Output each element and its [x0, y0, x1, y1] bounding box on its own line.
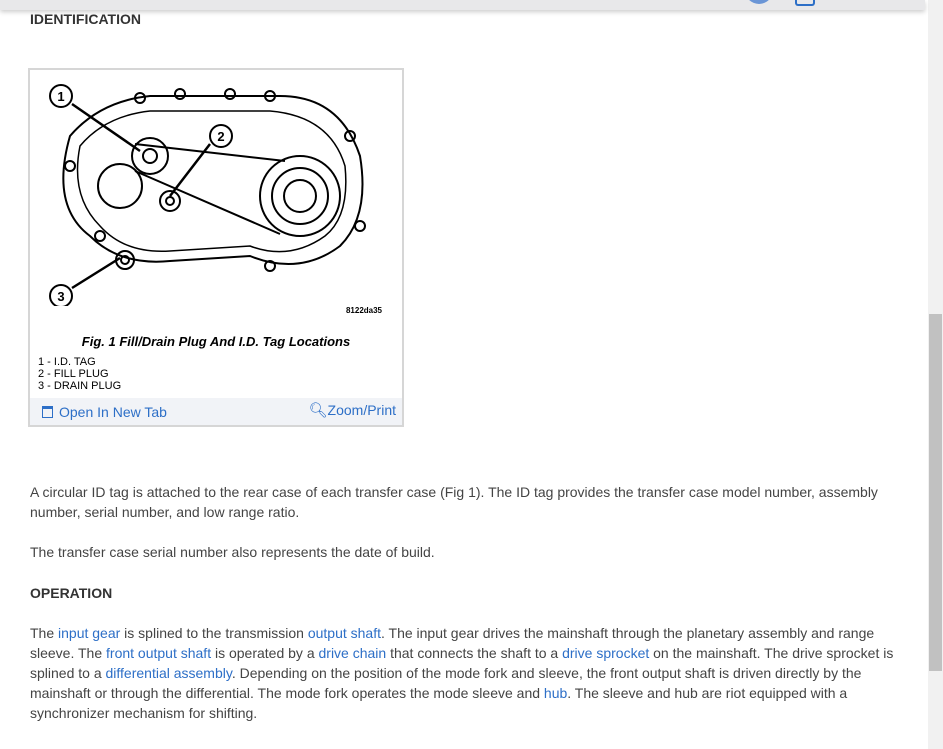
paragraph-operation: The input gear is splined to the transmi…	[30, 623, 915, 723]
figure-card: 1 2 3 8122da35 Fig. 1 Fill/Drain Plug An…	[28, 68, 404, 427]
figure-legend: 1 - I.D. TAG 2 - FILL PLUG 3 - DRAIN PLU…	[38, 356, 121, 392]
callout-3: 3	[57, 289, 64, 304]
scrollbar-thumb[interactable]	[929, 314, 942, 671]
zoom-print-label: Zoom/Print	[327, 402, 396, 418]
text: is operated by a	[211, 645, 319, 661]
callout-2: 2	[217, 129, 224, 144]
text: The	[30, 625, 59, 641]
zoom-print-link[interactable]: 🔍︎Zoom/Print	[308, 401, 396, 419]
text: is splined to the transmission	[120, 625, 308, 641]
link-input-gear[interactable]: input gear	[58, 625, 120, 641]
figure-code: 8122da35	[345, 306, 382, 315]
link-hub[interactable]: hub	[544, 685, 567, 701]
legend-item: 3 - DRAIN PLUG	[38, 380, 122, 392]
link-differential-assembly[interactable]: differential assembly	[106, 665, 232, 681]
open-new-tab-icon	[42, 406, 53, 418]
open-in-new-tab-link[interactable]: Open In New Tab	[42, 404, 167, 420]
scrollbar[interactable]	[928, 0, 943, 749]
callout-1: 1	[57, 89, 64, 104]
link-front-output-shaft[interactable]: front output shaft	[106, 645, 211, 661]
open-in-new-tab-label: Open In New Tab	[59, 404, 167, 420]
link-drive-sprocket[interactable]: drive sprocket	[562, 645, 649, 661]
section-heading-operation: OPERATION	[30, 585, 113, 601]
legend-item: 1 - I.D. TAG	[38, 356, 96, 368]
paragraph-id-tag: A circular ID tag is attached to the rea…	[30, 484, 878, 520]
user-avatar-icon[interactable]	[745, 0, 773, 4]
zoom-in-icon: 🔍︎	[308, 402, 328, 419]
toolbar-icon[interactable]	[795, 0, 815, 6]
legend-item: 2 - FILL PLUG	[38, 368, 109, 380]
figure-actions: Open In New Tab 🔍︎Zoom/Print	[30, 398, 402, 425]
top-toolbar	[0, 0, 925, 10]
section-heading-identification: IDENTIFICATION	[30, 11, 141, 27]
link-drive-chain[interactable]: drive chain	[319, 645, 387, 661]
transfer-case-diagram: 1 2 3	[49, 84, 366, 306]
text: that connects the shaft to a	[386, 645, 563, 661]
paragraph-serial: The transfer case serial number also rep…	[30, 544, 435, 560]
link-output-shaft[interactable]: output shaft	[308, 625, 381, 641]
figure-caption: Fig. 1 Fill/Drain Plug And I.D. Tag Loca…	[81, 334, 351, 349]
